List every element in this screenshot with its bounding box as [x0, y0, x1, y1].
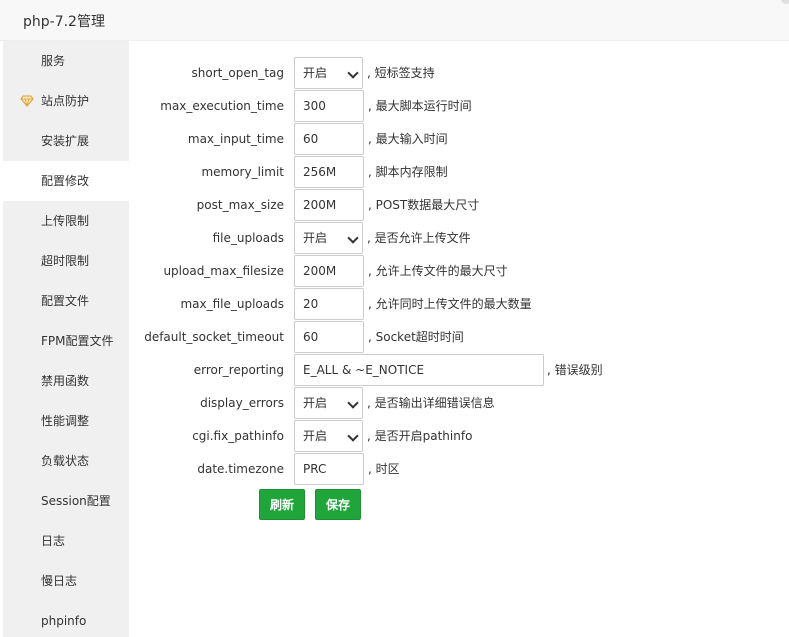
field-label: post_max_size [196, 198, 284, 212]
field-label: upload_max_filesize [163, 264, 284, 278]
diamond-icon [20, 95, 34, 107]
field-label: date.timezone [197, 462, 284, 476]
sidebar-item-config-modify[interactable]: 配置修改 [3, 161, 129, 201]
sidebar-item-label: 禁用函数 [41, 374, 90, 388]
chevron-down-icon [347, 67, 359, 79]
sidebar-item-label: 服务 [41, 54, 66, 68]
sidebar-item-label: 日志 [41, 534, 66, 548]
file-uploads-select[interactable]: 开启 [294, 222, 363, 254]
chevron-down-icon [347, 430, 359, 442]
cgi-fix-pathinfo-select[interactable]: 开启 [294, 420, 363, 452]
display-errors-select[interactable]: 开启 [294, 387, 363, 419]
field-desc: , Socket超时时间 [368, 330, 464, 344]
sidebar-item-phpinfo[interactable]: phpinfo [3, 601, 129, 637]
field-label: short_open_tag [191, 66, 284, 80]
sidebar-item-label: 站点防护 [41, 94, 90, 108]
sidebar-item-site-protection[interactable]: 站点防护 [3, 81, 129, 121]
error-reporting-input[interactable]: E_ALL & ~E_NOTICE [294, 354, 544, 386]
field-label: display_errors [200, 396, 284, 410]
close-icon[interactable] [781, 0, 789, 4]
sidebar-item-label: phpinfo [41, 614, 87, 628]
select-value: 开启 [303, 396, 328, 410]
sidebar-item-timeout-limit[interactable]: 超时限制 [3, 241, 129, 281]
field-label: default_socket_timeout [144, 330, 284, 344]
post-max-size-input[interactable]: 200M [294, 189, 364, 221]
short-open-tag-select[interactable]: 开启 [294, 57, 363, 89]
field-desc: , 最大脚本运行时间 [368, 99, 472, 113]
sidebar-item-config-file[interactable]: 配置文件 [3, 281, 129, 321]
field-label: max_execution_time [160, 99, 284, 113]
sidebar-item-session-config[interactable]: Session配置 [3, 481, 129, 521]
field-label: error_reporting [193, 363, 284, 377]
max-input-time-input[interactable]: 60 [294, 123, 364, 155]
field-desc: , 错误级别 [547, 363, 603, 377]
sidebar-item-disabled-functions[interactable]: 禁用函数 [3, 361, 129, 401]
max-execution-time-input[interactable]: 300 [294, 90, 364, 122]
dialog-title: php-7.2管理 [23, 14, 105, 30]
chevron-down-icon [347, 232, 359, 244]
chevron-down-icon [347, 397, 359, 409]
select-value: 开启 [303, 66, 328, 80]
sidebar-item-label: 慢日志 [41, 574, 78, 588]
max-file-uploads-input[interactable]: 20 [294, 288, 364, 320]
refresh-button[interactable]: 刷新 [259, 489, 305, 520]
sidebar-item-load-status[interactable]: 负载状态 [3, 441, 129, 481]
upload-max-filesize-input[interactable]: 200M [294, 255, 364, 287]
sidebar-item-label: 性能调整 [41, 414, 90, 428]
field-desc: , 是否允许上传文件 [367, 231, 471, 245]
field-desc: , 是否开启pathinfo [367, 429, 473, 443]
sidebar-item-label: 上传限制 [41, 214, 90, 228]
select-value: 开启 [303, 429, 328, 443]
default-socket-timeout-input[interactable]: 60 [294, 321, 364, 353]
sidebar-item-fpm-config-file[interactable]: FPM配置文件 [3, 321, 129, 361]
sidebar-item-label: Session配置 [41, 494, 111, 508]
sidebar-item-log[interactable]: 日志 [3, 521, 129, 561]
sidebar: 服务 站点防护 安装扩展 配置修改 上传限制 超时限制 配置文件 FPM配置文件… [3, 41, 129, 637]
sidebar-item-label: FPM配置文件 [41, 334, 114, 348]
field-desc: , POST数据最大尺寸 [368, 198, 480, 212]
sidebar-item-service[interactable]: 服务 [3, 41, 129, 81]
field-desc: , 脚本内存限制 [368, 165, 448, 179]
sidebar-item-slow-log[interactable]: 慢日志 [3, 561, 129, 601]
field-label: memory_limit [201, 165, 284, 179]
sidebar-item-label: 超时限制 [41, 254, 90, 268]
field-desc: , 允许同时上传文件的最大数量 [368, 297, 532, 311]
config-form: short_open_tag 开启 , 短标签支持 max_execution_… [129, 41, 789, 637]
field-label: file_uploads [212, 231, 284, 245]
field-desc: , 是否输出详细错误信息 [367, 396, 495, 410]
sidebar-item-label: 安装扩展 [41, 134, 90, 148]
sidebar-item-upload-limit[interactable]: 上传限制 [3, 201, 129, 241]
select-value: 开启 [303, 231, 328, 245]
field-desc: , 短标签支持 [367, 66, 435, 80]
date-timezone-input[interactable]: PRC [294, 453, 364, 485]
save-button[interactable]: 保存 [315, 489, 361, 520]
field-label: max_file_uploads [180, 297, 284, 311]
dialog-header: php-7.2管理 [0, 0, 789, 41]
field-label: cgi.fix_pathinfo [192, 429, 284, 443]
sidebar-item-label: 配置文件 [41, 294, 90, 308]
sidebar-item-performance-tuning[interactable]: 性能调整 [3, 401, 129, 441]
field-desc: , 允许上传文件的最大尺寸 [368, 264, 508, 278]
sidebar-item-label: 配置修改 [41, 174, 90, 188]
memory-limit-input[interactable]: 256M [294, 156, 364, 188]
sidebar-item-label: 负载状态 [41, 454, 90, 468]
field-label: max_input_time [187, 132, 284, 146]
sidebar-item-install-extension[interactable]: 安装扩展 [3, 121, 129, 161]
field-desc: , 最大输入时间 [368, 132, 448, 146]
field-desc: , 时区 [368, 462, 400, 476]
